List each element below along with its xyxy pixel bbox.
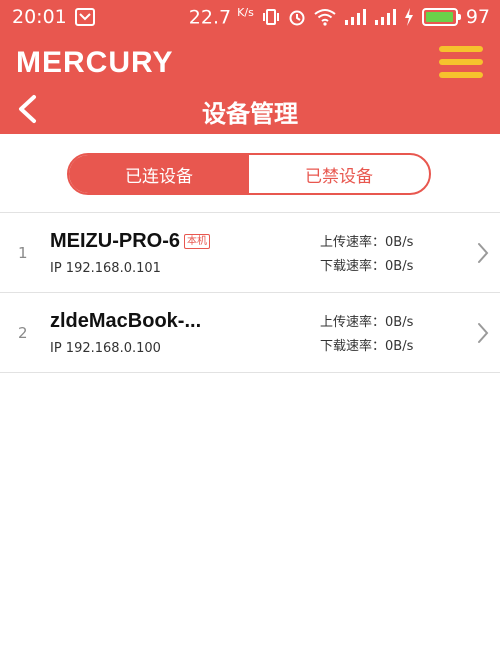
status-bar-right: 22.7 K/s 97 bbox=[189, 6, 490, 28]
network-speed-value: 22.7 bbox=[188, 6, 232, 29]
menu-bar-middle bbox=[439, 59, 483, 65]
upload-rate: 上传速率：0B/s bbox=[320, 235, 414, 250]
network-speed: 22.7 K/s bbox=[189, 6, 254, 28]
device-name-line: zldeMacBook-... bbox=[50, 310, 201, 333]
device-name-line: MEIZU-PRO-6 本机 bbox=[50, 230, 210, 253]
list-divider-bottom bbox=[0, 372, 500, 373]
network-speed-unit: K/s bbox=[237, 5, 254, 19]
menu-button[interactable] bbox=[439, 44, 483, 80]
battery-percent: 97 bbox=[465, 5, 490, 28]
status-time: 20:01 bbox=[12, 6, 67, 28]
brand-logo: MERCURY bbox=[16, 46, 174, 79]
battery-fill bbox=[425, 11, 453, 22]
alarm-icon bbox=[288, 8, 306, 26]
download-rate: 下载速率：0B/s bbox=[320, 339, 414, 354]
signal-icon-2 bbox=[374, 8, 396, 26]
download-rate: 下载速率：0B/s bbox=[320, 259, 414, 274]
device-row[interactable]: 2 zldeMacBook-... IP 192.168.0.100 上传速率：… bbox=[0, 293, 500, 372]
device-name: MEIZU-PRO-6 bbox=[50, 230, 180, 252]
device-tabs: 已连设备 已禁设备 bbox=[67, 153, 431, 195]
battery-icon bbox=[421, 7, 461, 26]
upload-rate: 上传速率：0B/s bbox=[320, 315, 414, 330]
vibrate-icon bbox=[262, 8, 280, 26]
device-index: 2 bbox=[18, 323, 28, 342]
device-name: zldeMacBook-... bbox=[50, 310, 202, 332]
tab-blocked[interactable]: 已禁设备 bbox=[249, 155, 429, 193]
signal-icon-1 bbox=[344, 8, 366, 26]
chevron-right-icon bbox=[478, 243, 489, 263]
menu-bar-top bbox=[439, 46, 483, 52]
wifi-icon bbox=[314, 8, 336, 26]
battery-nub bbox=[457, 13, 461, 20]
device-index: 1 bbox=[18, 243, 28, 262]
tab-connected[interactable]: 已连设备 bbox=[69, 155, 249, 193]
charging-icon bbox=[404, 7, 414, 26]
device-ip: IP 192.168.0.100 bbox=[50, 341, 161, 356]
this-device-badge: 本机 bbox=[184, 234, 210, 249]
status-bar-left: 20:01 bbox=[12, 6, 95, 28]
page-title: 设备管理 bbox=[202, 100, 298, 128]
chevron-right-icon bbox=[478, 323, 489, 343]
device-ip: IP 192.168.0.101 bbox=[50, 261, 161, 276]
status-bar: 20:01 22.7 K/s 97 bbox=[0, 0, 500, 34]
notification-icon bbox=[74, 8, 95, 26]
device-row[interactable]: 1 MEIZU-PRO-6 本机 IP 192.168.0.101 上传速率：0… bbox=[0, 213, 500, 292]
menu-bar-bottom bbox=[439, 72, 483, 78]
app-header: 20:01 22.7 K/s 97 MERCURY 设备管理 bbox=[0, 0, 500, 134]
